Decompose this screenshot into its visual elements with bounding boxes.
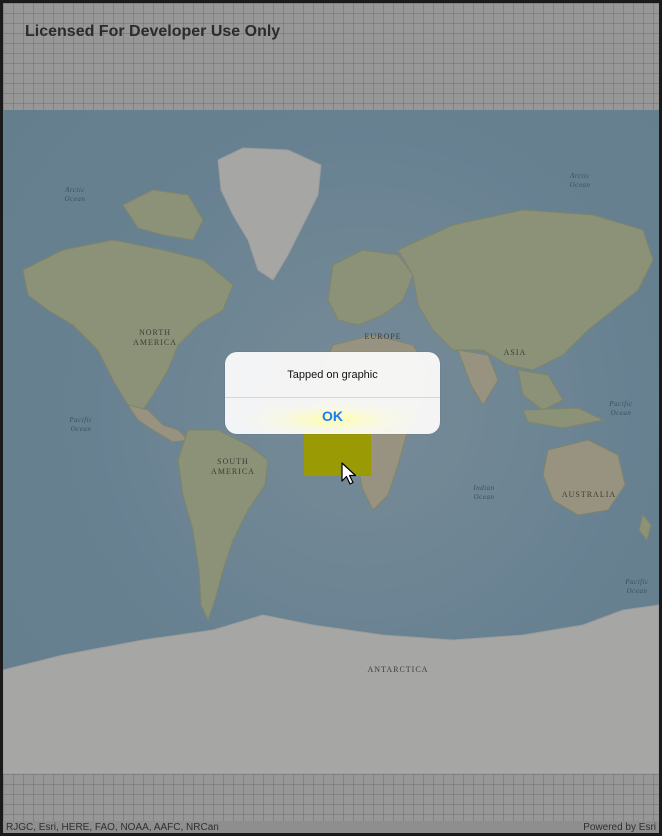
ok-button[interactable]: OK bbox=[225, 398, 440, 434]
app-window: Licensed For Developer Use Only NORTH AM… bbox=[3, 3, 659, 833]
mouse-pointer-icon bbox=[341, 462, 357, 485]
graphic-square[interactable] bbox=[304, 431, 371, 476]
alert-message: Tapped on graphic bbox=[287, 369, 378, 381]
alert-dialog: Tapped on graphic OK bbox=[225, 352, 440, 434]
